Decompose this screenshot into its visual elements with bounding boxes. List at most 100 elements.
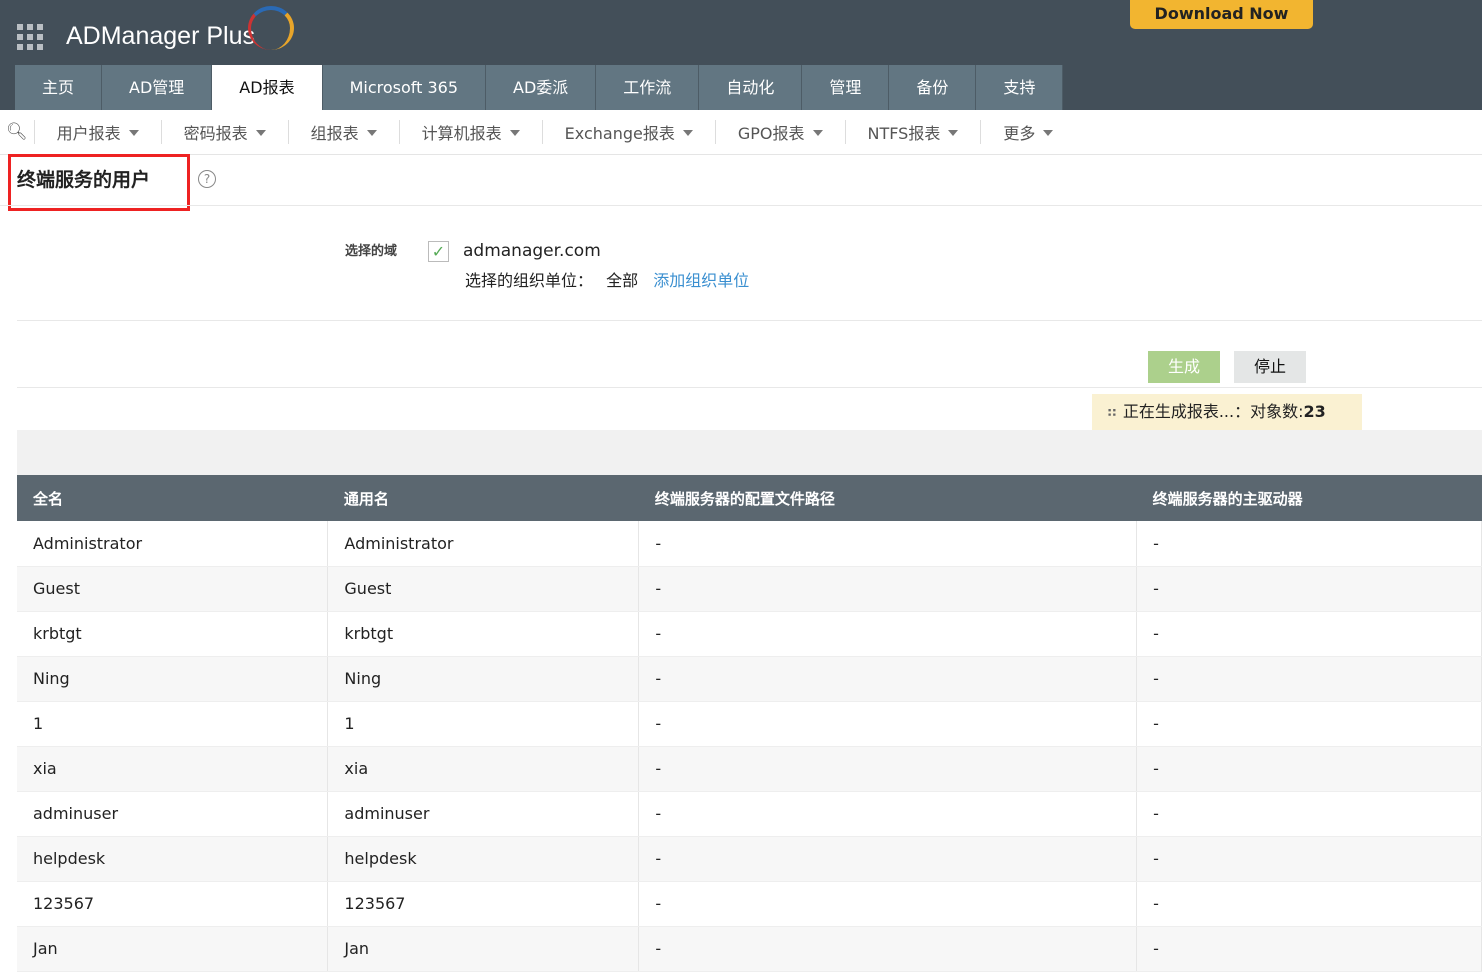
table-cell: krbtgt — [327, 611, 640, 657]
table-cell: - — [1136, 881, 1482, 927]
table-cell: 1 — [327, 701, 640, 747]
subnav-item[interactable]: 更多 — [980, 120, 1075, 144]
main-tabs: 主页 AD管理 AD报表 Microsoft 365 AD委派 工作流 自动化 管理 备份 支持 — [15, 65, 1064, 110]
divider — [0, 205, 1482, 206]
table-cell: krbtgt — [17, 611, 329, 657]
search-icon[interactable]: 🔍︎ — [6, 122, 28, 142]
logo: ADManager Plus — [66, 22, 255, 50]
subnav-label: Exchange报表 — [564, 124, 675, 143]
table-cell: 1 — [17, 701, 329, 747]
subnav-label: 用户报表 — [56, 124, 121, 143]
table-cell: xia — [327, 746, 640, 792]
subnav-item[interactable]: GPO报表 — [714, 120, 845, 144]
table-row: 123567 123567- - — [17, 881, 1482, 927]
table-cell: - — [1136, 926, 1482, 972]
table-cell: - — [1136, 836, 1482, 882]
table-cell: - — [1136, 791, 1482, 837]
subnav-label: GPO报表 — [737, 124, 805, 143]
table-row: adminuser adminuser - - — [17, 791, 1482, 837]
divider — [17, 387, 1482, 388]
table-cell: xia — [17, 746, 329, 792]
tab-7[interactable]: 管理 — [802, 65, 890, 110]
subnav-label: 密码报表 — [183, 124, 248, 143]
tab-4[interactable]: AD委派 — [486, 65, 597, 110]
table-row: krbtgt krbtgt - - — [17, 611, 1482, 657]
subnav-item[interactable]: 密码报表 — [160, 120, 288, 144]
add-ou-link[interactable]: 添加组织单位 — [653, 271, 749, 290]
table-cell: - — [1136, 701, 1482, 747]
chevron-down-icon — [682, 130, 693, 141]
app-grid-icon[interactable] — [17, 24, 45, 50]
table-cell: helpdesk — [17, 836, 329, 882]
chevron-down-icon — [128, 130, 139, 141]
table-row: helpdesk helpdesk - - — [17, 836, 1482, 882]
object-count: 23 — [1303, 402, 1326, 421]
table-cell: helpdesk — [327, 836, 640, 882]
column-header[interactable]: 全名 — [17, 475, 328, 521]
table-cell: - — [638, 566, 1138, 612]
table-cell: Guest — [17, 566, 329, 612]
tab-1[interactable]: AD管理 — [102, 65, 213, 110]
table-cell: Administrator — [17, 521, 329, 567]
table-row: Ning Ning - - — [17, 656, 1482, 702]
stop-button[interactable]: 停止 — [1234, 351, 1306, 383]
table-cell: Jan — [17, 926, 329, 972]
table-cell: - — [638, 926, 1138, 972]
subnav-item[interactable]: Exchange报表 — [541, 120, 715, 144]
table-cell: Ning — [17, 656, 329, 702]
table-cell: - — [638, 881, 1138, 927]
toolbar-band — [17, 430, 1482, 475]
subnav-label: 计算机报表 — [421, 124, 502, 143]
top-header: ADManager Plus Download Now 主页 AD管理 AD报表 Mi… — [0, 0, 1482, 110]
table-row: 11-- — [17, 701, 1482, 747]
download-now-button[interactable]: Download Now — [1130, 0, 1313, 29]
domain-checkbox[interactable]: ✓ — [428, 241, 449, 262]
chevron-down-icon — [812, 130, 823, 141]
table-cell: 123567 — [17, 881, 329, 927]
subnav-item[interactable]: 用户报表 — [33, 120, 161, 144]
table-cell: - — [1136, 521, 1482, 567]
tab-9[interactable]: 支持 — [976, 65, 1064, 110]
table-cell: Ning — [327, 656, 640, 702]
tab-5[interactable]: 工作流 — [596, 65, 700, 110]
table-cell: Jan — [327, 926, 640, 972]
tab-0[interactable]: 主页 — [15, 65, 103, 110]
table-cell: adminuser — [327, 791, 640, 837]
divider — [17, 320, 1482, 321]
chevron-down-icon — [255, 130, 266, 141]
logo-arc-icon — [248, 6, 294, 50]
subnav-label: 更多 — [1003, 124, 1036, 143]
tab-2[interactable]: AD报表 — [212, 65, 323, 110]
subnav-item[interactable]: 组报表 — [287, 120, 399, 144]
table-cell: - — [638, 836, 1138, 882]
column-header[interactable]: 终端服务器的配置文件路径 — [638, 475, 1137, 521]
page-title: 终端服务的用户 — [8, 154, 190, 211]
table-cell: 123567 — [327, 881, 640, 927]
status-banner: ⠶ 正在生成报表...：对象数:23 — [1092, 394, 1362, 430]
table-row: xia xia - - — [17, 746, 1482, 792]
chevron-down-icon — [948, 130, 959, 141]
spinner-icon: ⠶ — [1106, 402, 1118, 421]
table-cell: - — [1136, 656, 1482, 702]
subnav-item[interactable]: 计算机报表 — [398, 120, 542, 144]
table-cell: - — [1136, 611, 1482, 657]
sub-nav: 🔍︎ 用户报表 密码报表 组报表 计算机报表 Exchange报表 GPO报表 NTFS报表… — [0, 110, 1482, 155]
tab-6[interactable]: 自动化 — [699, 65, 803, 110]
help-icon[interactable]: ? — [198, 170, 216, 188]
table-cell: - — [638, 656, 1138, 702]
domain-name: admanager.com — [463, 241, 601, 261]
ou-label: 选择的组织单位： — [465, 271, 594, 290]
generate-button[interactable]: 生成 — [1148, 351, 1220, 383]
table-row: Guest Guest - - — [17, 566, 1482, 612]
subnav-item[interactable]: NTFS报表 — [844, 120, 981, 144]
subnav-label: NTFS报表 — [867, 124, 941, 143]
table-cell: Guest — [327, 566, 640, 612]
table-cell: - — [638, 701, 1138, 747]
table-cell: adminuser — [17, 791, 329, 837]
tab-3[interactable]: Microsoft 365 — [322, 65, 487, 110]
column-header[interactable]: 终端服务器的主驱动器 — [1136, 475, 1482, 521]
table-cell: Administrator — [327, 521, 640, 567]
tab-8[interactable]: 备份 — [889, 65, 977, 110]
status-text: 正在生成报表...：对象数: — [1122, 402, 1304, 421]
column-header[interactable]: 通用名 — [327, 475, 639, 521]
